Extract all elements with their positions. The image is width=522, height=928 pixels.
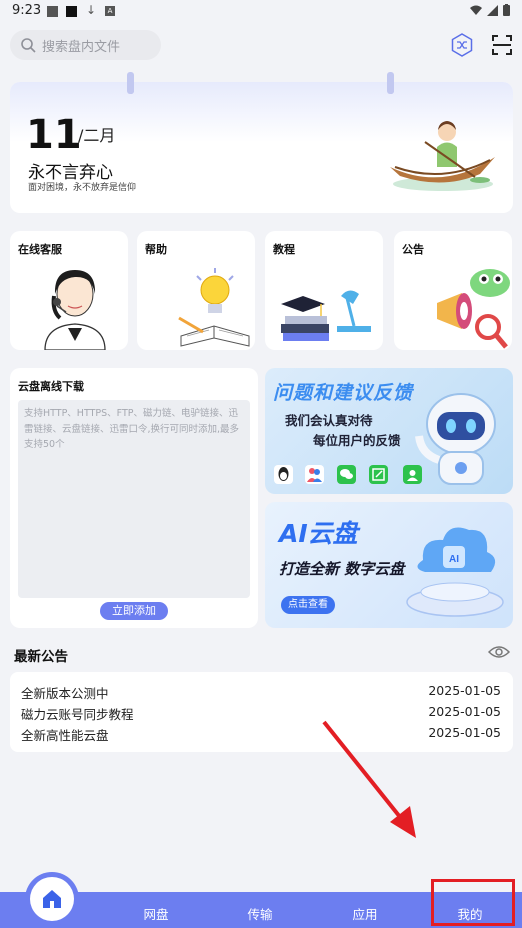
announcement-date: 2025-01-05 (428, 683, 501, 698)
announcement-title: 磁力云账号同步教程 (21, 707, 134, 722)
scan-icon[interactable] (490, 33, 514, 57)
feedback-banner-line2: 每位用户的反馈 (313, 433, 401, 448)
shuffle-icon[interactable] (450, 33, 474, 57)
status-bar: 9:23 ↓ A (0, 0, 522, 24)
tile-help[interactable]: 帮助 (137, 231, 255, 350)
feedback-banner[interactable]: 问题和建议反馈 我们会认真对待 每位用户的反馈 (265, 368, 513, 494)
calendar-month: /二月 (78, 126, 116, 145)
contact-icon[interactable] (403, 465, 422, 484)
search-icon (21, 38, 36, 53)
nav-item-disk[interactable]: 网盘 (126, 904, 186, 923)
search-placeholder: 搜索盘内文件 (42, 39, 121, 55)
ai-banner-subtitle: 打造全新 数字云盘 (279, 560, 405, 578)
qq-icon[interactable] (274, 465, 293, 484)
announcement-list: 全新版本公测中 2025-01-05 磁力云账号同步教程 2025-01-05 … (10, 672, 513, 752)
customer-service-illustration (44, 270, 106, 350)
offline-download-card: 云盘离线下载 支持HTTP、HTTPS、FTP、磁力链、电驴链接、迅雷链接、云盘… (10, 368, 258, 628)
calendar-subtitle: 面对困境，永不放弃是信仰 (28, 183, 137, 193)
megaphone-illustration (437, 269, 510, 349)
announcement-title: 全新版本公测中 (21, 686, 109, 701)
boat-illustration (390, 121, 495, 191)
ai-cloud-illustration: AI (406, 527, 504, 617)
download-icon: ↓ (86, 3, 97, 17)
svg-text:AI: AI (449, 554, 459, 565)
ai-cloud-banner[interactable]: AI云盘 打造全新 数字云盘 点击查看 AI (265, 502, 513, 628)
home-icon (43, 890, 61, 908)
announcements-heading: 最新公告 (14, 649, 68, 665)
annotation-arrow (322, 720, 416, 838)
nav-item-home[interactable] (25, 872, 79, 926)
signal-icon (487, 4, 498, 16)
tile-label: 公告 (402, 243, 424, 256)
nav-item-apps[interactable]: 应用 (335, 904, 395, 923)
app-notification-icon: A (105, 6, 115, 16)
battery-icon (503, 4, 510, 16)
offline-download-title: 云盘离线下载 (18, 380, 84, 393)
status-time: 9:23 (12, 3, 42, 18)
tile-announcement[interactable]: 公告 (394, 231, 512, 350)
view-button[interactable]: 点击查看 (281, 596, 335, 614)
lightbulb-illustration (178, 268, 250, 347)
tutorial-illustration (281, 290, 371, 341)
offline-download-input[interactable]: 支持HTTP、HTTPS、FTP、磁力链、电驴链接、迅雷链接、云盘链接、迅雷口令… (18, 400, 250, 598)
highlight-box (431, 879, 515, 926)
eye-icon[interactable] (488, 643, 510, 661)
edit-icon[interactable] (369, 465, 388, 484)
feedback-banner-title: 问题和建议反馈 (273, 382, 414, 404)
announcement-title: 全新高性能云盘 (21, 728, 109, 743)
announcement-date: 2025-01-05 (428, 704, 501, 719)
add-now-button[interactable]: 立即添加 (100, 602, 168, 620)
notification-icon (47, 6, 58, 17)
tile-customer-service[interactable]: 在线客服 (10, 231, 128, 350)
calendar-day: 11 (26, 112, 82, 158)
users-icon[interactable] (305, 465, 324, 484)
ai-banner-title: AI云盘 (279, 519, 358, 548)
nav-item-transfer[interactable]: 传输 (230, 904, 290, 923)
wifi-icon (470, 5, 482, 15)
list-item[interactable]: 全新版本公测中 2025-01-05 (21, 683, 501, 703)
feedback-banner-line1: 我们会认真对待 (285, 413, 373, 428)
tile-label: 帮助 (145, 243, 167, 256)
robot-illustration (415, 393, 496, 485)
announcement-date: 2025-01-05 (428, 725, 501, 740)
search-input[interactable]: 搜索盘内文件 (10, 30, 161, 60)
calendar-pin (387, 72, 394, 94)
tile-label: 教程 (273, 243, 295, 256)
calendar-card[interactable]: 11 /二月 永不言弃心 面对困境，永不放弃是信仰 (10, 82, 513, 213)
system-icons (470, 4, 510, 16)
list-item[interactable]: 全新高性能云盘 2025-01-05 (21, 725, 501, 745)
calendar-pin (127, 72, 134, 94)
wechat-icon[interactable] (337, 465, 356, 484)
list-item[interactable]: 磁力云账号同步教程 2025-01-05 (21, 704, 501, 724)
tile-label: 在线客服 (18, 243, 62, 256)
notification-icon (66, 6, 77, 17)
tile-tutorial[interactable]: 教程 (265, 231, 383, 350)
